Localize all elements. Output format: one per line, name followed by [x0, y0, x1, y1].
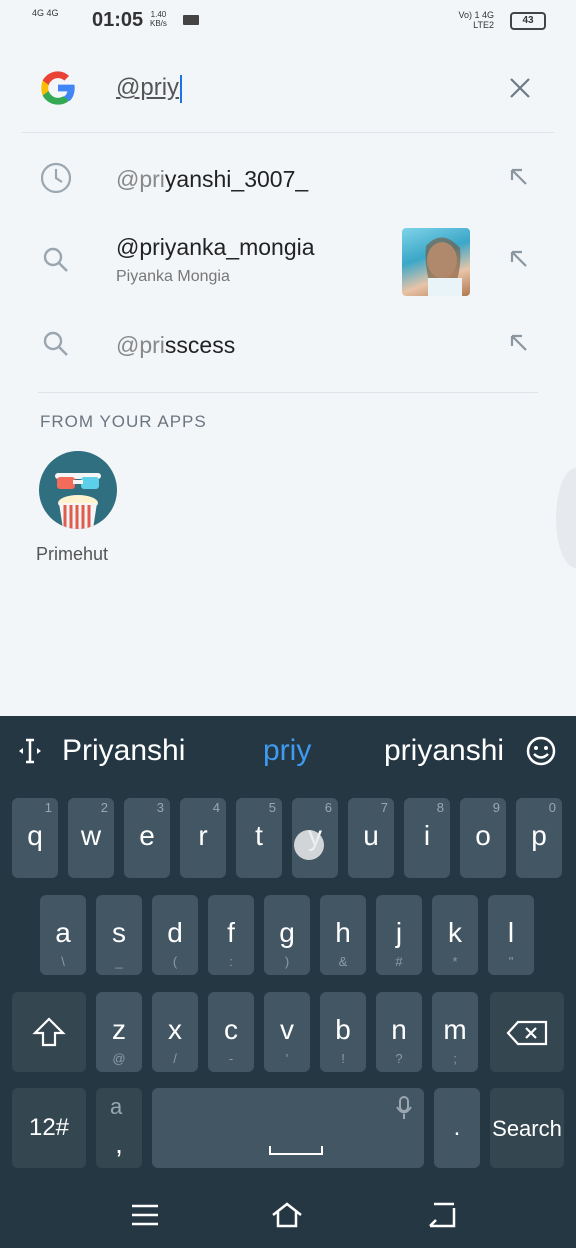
key-j[interactable]: j # [376, 895, 422, 975]
status-bar: 4G 4G 01:05 1.40 KB/s Vo) 1 4G LTE2 43 [0, 0, 576, 42]
network-speed: 1.40 KB/s [150, 10, 167, 28]
insert-query-arrow-icon[interactable] [508, 332, 530, 354]
search-icon [43, 331, 68, 356]
divider [38, 392, 538, 393]
clock: 01:05 [92, 9, 144, 31]
key-q[interactable]: q1 [12, 798, 58, 878]
google-logo-icon[interactable] [38, 68, 78, 108]
space-key[interactable] [152, 1088, 424, 1168]
video-record-icon [183, 15, 199, 25]
key-l[interactable]: l " [488, 895, 534, 975]
key-w[interactable]: w2 [68, 798, 114, 878]
suggestion-row[interactable]: @priyanka_mongia Piyanka Mongia [22, 220, 554, 300]
navigation-bar [0, 1182, 576, 1248]
profile-thumbnail [402, 228, 470, 296]
suggestion-word[interactable]: Priyanshi [62, 734, 185, 768]
history-icon [40, 162, 72, 194]
back-icon[interactable] [424, 1200, 458, 1230]
key-g[interactable]: g) [264, 895, 310, 975]
menu-icon[interactable] [128, 1200, 162, 1230]
key-d[interactable]: d( [152, 895, 198, 975]
insert-query-arrow-icon[interactable] [508, 248, 530, 270]
suggestion-word-current[interactable]: priy [263, 734, 311, 768]
suggestion-subtitle: Piyanka Mongia [116, 268, 230, 285]
search-input[interactable]: @priy [116, 74, 183, 103]
search-key[interactable]: Search [490, 1088, 564, 1168]
key-f[interactable]: f: [208, 895, 254, 975]
key-s[interactable]: s _ [96, 895, 142, 975]
comma-key[interactable]: a , [96, 1088, 142, 1168]
suggestion-word[interactable]: priyanshi [384, 734, 504, 768]
symbols-key[interactable]: 12# [12, 1088, 86, 1168]
key-c[interactable]: c- [208, 992, 254, 1072]
key-u[interactable]: u7 [348, 798, 394, 878]
microphone-icon[interactable] [396, 1096, 412, 1120]
keyboard-suggestion-strip: Priyanshi priy priyanshi [0, 716, 576, 790]
section-heading: FROM YOUR APPS [40, 412, 207, 431]
touch-indicator [294, 830, 324, 860]
period-key[interactable]: . [434, 1088, 480, 1168]
key-k[interactable]: k * [432, 895, 478, 975]
suggestion-row[interactable]: @priyanshi_3007_ [22, 138, 554, 218]
key-m[interactable]: m; [432, 992, 478, 1072]
backspace-key[interactable] [490, 992, 564, 1072]
key-t[interactable]: t5 [236, 798, 282, 878]
suggestion-text: @priyanshi_3007_ [116, 166, 309, 192]
suggestion-row[interactable]: @prisscess [22, 304, 554, 384]
suggestion-text: @prisscess [116, 332, 236, 358]
key-x[interactable]: x / [152, 992, 198, 1072]
key-e[interactable]: e3 [124, 798, 170, 878]
key-r[interactable]: r4 [180, 798, 226, 878]
key-o[interactable]: o9 [460, 798, 506, 878]
insert-query-arrow-icon[interactable] [508, 166, 530, 188]
text-caret [180, 74, 183, 103]
key-h[interactable]: h & [320, 895, 366, 975]
app-label[interactable]: Primehut [36, 544, 108, 565]
key-n[interactable]: n? [376, 992, 422, 1072]
shift-key[interactable] [12, 992, 86, 1072]
key-a[interactable]: a \ [40, 895, 86, 975]
home-icon[interactable] [270, 1200, 304, 1230]
key-z[interactable]: z @ [96, 992, 142, 1072]
signal-indicator: 4G 4G [32, 8, 59, 18]
battery-indicator: 43 [510, 12, 546, 30]
edge-handle[interactable] [556, 468, 576, 568]
suggestion-text: @priyanka_mongia [116, 234, 315, 260]
key-b[interactable]: b! [320, 992, 366, 1072]
close-icon[interactable] [508, 76, 532, 100]
key-v[interactable]: v ' [264, 992, 310, 1072]
primehut-app-icon[interactable] [39, 451, 117, 529]
search-icon [43, 247, 68, 272]
lte-indicator: Vo) 1 4G LTE2 [458, 10, 494, 30]
cursor-control-icon[interactable] [16, 736, 44, 766]
search-bar: @priy [22, 48, 554, 133]
key-i[interactable]: i8 [404, 798, 450, 878]
emoji-icon[interactable] [526, 736, 556, 766]
key-p[interactable]: p0 [516, 798, 562, 878]
